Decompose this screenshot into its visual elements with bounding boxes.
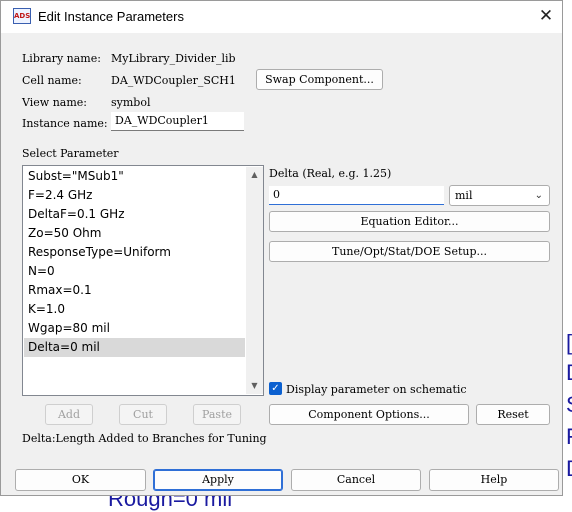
list-item[interactable]: Wgap=80 mil xyxy=(24,319,245,338)
close-icon[interactable]: ✕ xyxy=(533,4,559,28)
cancel-button[interactable]: Cancel xyxy=(291,469,421,491)
instance-name-field[interactable]: DA_WDCoupler1 xyxy=(111,112,244,131)
cell-name-label: Cell name: xyxy=(22,74,82,87)
library-name-label: Library name: xyxy=(22,52,101,65)
background-fragment: D xyxy=(566,360,572,386)
scroll-up-icon[interactable]: ▲ xyxy=(246,167,263,183)
add-button[interactable]: Add xyxy=(45,404,93,425)
scroll-down-icon[interactable]: ▼ xyxy=(246,378,263,394)
unit-value: mil xyxy=(455,189,473,202)
help-button[interactable]: Help xyxy=(429,469,559,491)
chevron-down-icon: ⌄ xyxy=(534,190,543,201)
background-fragment: F xyxy=(566,424,572,450)
view-name-value: symbol xyxy=(111,96,151,109)
background-fragment: [ xyxy=(566,330,572,355)
list-item[interactable]: F=2.4 GHz xyxy=(24,186,245,205)
equation-editor-button[interactable]: Equation Editor... xyxy=(269,211,550,232)
swap-component-button[interactable]: Swap Component... xyxy=(256,69,383,90)
ads-app-icon: ADS xyxy=(13,8,31,24)
view-name-label: View name: xyxy=(22,96,87,109)
dialog-title: Edit Instance Parameters xyxy=(38,9,184,24)
list-item[interactable]: DeltaF=0.1 GHz xyxy=(24,205,245,224)
edit-instance-parameters-dialog: ADS Edit Instance Parameters ✕ Library n… xyxy=(0,0,563,496)
component-options-button[interactable]: Component Options... xyxy=(269,404,469,425)
list-item[interactable]: Rmax=0.1 xyxy=(24,281,245,300)
cell-name-value: DA_WDCoupler_SCH1 xyxy=(111,74,236,87)
parameter-description: Delta:Length Added to Branches for Tunin… xyxy=(22,432,267,445)
list-item-selected[interactable]: Delta=0 mil xyxy=(24,338,245,357)
display-parameter-checkbox[interactable]: ✓ xyxy=(269,382,282,395)
parameter-list[interactable]: Subst="MSub1" F=2.4 GHz DeltaF=0.1 GHz Z… xyxy=(22,165,264,396)
ok-button[interactable]: OK xyxy=(15,469,146,491)
list-scrollbar[interactable]: ▲ ▼ xyxy=(246,167,263,394)
list-item[interactable]: K=1.0 xyxy=(24,300,245,319)
parameter-value-field[interactable]: 0 xyxy=(269,186,444,205)
display-parameter-label: Display parameter on schematic xyxy=(286,383,467,396)
list-item[interactable]: N=0 xyxy=(24,262,245,281)
library-name-value: MyLibrary_Divider_lib xyxy=(111,52,236,65)
list-item[interactable]: Subst="MSub1" xyxy=(24,167,245,186)
instance-name-label: Instance name: xyxy=(22,117,108,130)
reset-button[interactable]: Reset xyxy=(476,404,550,425)
delta-label: Delta (Real, e.g. 1.25) xyxy=(269,167,392,180)
list-item[interactable]: Zo=50 Ohm xyxy=(24,224,245,243)
paste-button[interactable]: Paste xyxy=(193,404,241,425)
title-bar: ADS Edit Instance Parameters ✕ xyxy=(1,1,562,33)
tune-opt-setup-button[interactable]: Tune/Opt/Stat/DOE Setup... xyxy=(269,241,550,262)
cut-button[interactable]: Cut xyxy=(119,404,167,425)
select-parameter-heading: Select Parameter xyxy=(22,147,119,160)
list-item[interactable]: ResponseType=Uniform xyxy=(24,243,245,262)
background-fragment: D xyxy=(566,456,572,482)
background-fragment: S xyxy=(566,392,572,418)
apply-button[interactable]: Apply xyxy=(153,469,283,491)
unit-select[interactable]: mil ⌄ xyxy=(449,185,550,206)
